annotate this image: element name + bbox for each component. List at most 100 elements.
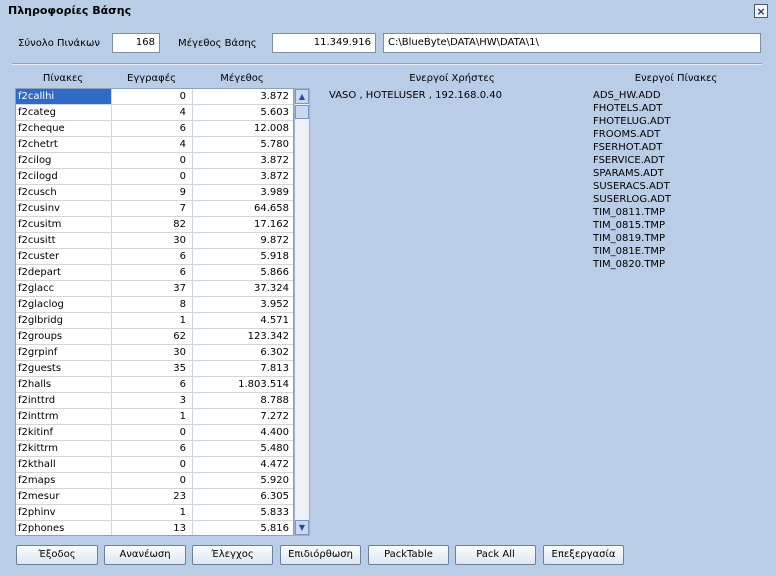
table-row[interactable]: f2kitinf 0 4.400 [16, 425, 293, 441]
records-cell: 7 [112, 201, 193, 216]
scroll-down-button[interactable]: ▼ [295, 520, 309, 535]
table-row[interactable]: f2categ 4 5.603 [16, 105, 293, 121]
table-name-cell: f2categ [16, 105, 112, 120]
col-header-size[interactable]: Μέγεθος [192, 73, 292, 84]
active-table-item: SUSERLOG.ADT [593, 194, 671, 205]
repair-button[interactable]: Επιδιόρθωση [280, 545, 361, 565]
tables-count-label: Σύνολο Πινάκων [18, 38, 100, 49]
table-row[interactable]: f2callhi 0 3.872 [16, 89, 293, 105]
records-cell: 6 [112, 377, 193, 392]
table-row[interactable]: f2guests 35 7.813 [16, 361, 293, 377]
active-table-item: TIM_0815.TMP [593, 220, 666, 231]
records-cell: 8 [112, 297, 193, 312]
table-name-cell: f2mesur [16, 489, 112, 504]
active-user-item: VASO , HOTELUSER , 192.168.0.40 [329, 90, 502, 101]
table-row[interactable]: f2groups 62 123.342 [16, 329, 293, 345]
table-name-cell: f2grpinf [16, 345, 112, 360]
size-cell: 6.302 [260, 347, 289, 358]
size-cell: 4.571 [260, 315, 289, 326]
scroll-up-button[interactable]: ▲ [295, 89, 309, 104]
table-row[interactable]: f2inttrd 3 8.788 [16, 393, 293, 409]
size-cell: 8.788 [260, 395, 289, 406]
records-cell: 30 [112, 345, 193, 360]
refresh-button[interactable]: Ανανέωση [104, 545, 186, 565]
size-cell: 5.816 [260, 523, 289, 534]
chevron-down-icon: ▼ [298, 523, 306, 532]
table-name-cell: f2cusch [16, 185, 112, 200]
table-row[interactable]: f2cilog 0 3.872 [16, 153, 293, 169]
table-row[interactable]: f2depart 6 5.866 [16, 265, 293, 281]
active-table-item: FHOTELS.ADT [593, 103, 663, 114]
table-name-cell: f2inttrm [16, 409, 112, 424]
size-cell: 5.833 [260, 507, 289, 518]
table-row[interactable]: f2glaclog 8 3.952 [16, 297, 293, 313]
table-name-cell: f2kthall [16, 457, 112, 472]
title-bar: Πληροφορίες Βάσης × [0, 0, 776, 22]
size-cell: 7.813 [260, 363, 289, 374]
size-cell: 3.872 [260, 171, 289, 182]
table-row[interactable]: f2glacc 37 37.324 [16, 281, 293, 297]
tables-count-field[interactable]: 168 [112, 33, 160, 53]
table-name-cell: f2cilogd [16, 169, 112, 184]
table-row[interactable]: f2glbridg 1 4.571 [16, 313, 293, 329]
table-row[interactable]: f2cilogd 0 3.872 [16, 169, 293, 185]
window-title: Πληροφορίες Βάσης [8, 4, 132, 17]
active-table-item: FSERVICE.ADT [593, 155, 665, 166]
db-size-label: Μέγεθος Βάσης [178, 38, 257, 49]
table-row[interactable]: f2cusch 9 3.989 [16, 185, 293, 201]
table-row[interactable]: f2chetrt 4 5.780 [16, 137, 293, 153]
col-header-records[interactable]: Εγγραφές [111, 73, 192, 84]
active-table-item: FROOMS.ADT [593, 129, 661, 140]
table-row[interactable]: f2mesur 23 6.305 [16, 489, 293, 505]
grid-scrollbar[interactable]: ▲ ▼ [294, 88, 310, 536]
table-name-cell: f2cusitt [16, 233, 112, 248]
table-name-cell: f2kitinf [16, 425, 112, 440]
records-cell: 1 [112, 409, 193, 424]
table-row[interactable]: f2kthall 0 4.472 [16, 457, 293, 473]
close-button[interactable]: × [754, 4, 768, 18]
table-row[interactable]: f2inttrm 1 7.272 [16, 409, 293, 425]
table-name-cell: f2glbridg [16, 313, 112, 328]
size-cell: 3.872 [193, 89, 293, 104]
records-cell: 1 [112, 505, 193, 520]
tables-grid[interactable]: f2callhi 0 3.872 f2categ 4 5.603 f2cheque 6 12.0… [15, 88, 294, 536]
size-cell: 37.324 [254, 283, 289, 294]
table-row[interactable]: f2cusinv 7 64.658 [16, 201, 293, 217]
exit-button[interactable]: Έξοδος [16, 545, 98, 565]
records-cell: 4 [112, 137, 193, 152]
active-table-item: FSERHOT.ADT [593, 142, 663, 153]
size-cell: 4.472 [260, 459, 289, 470]
size-cell: 3.989 [260, 187, 289, 198]
check-button[interactable]: Έλεγχος [192, 545, 273, 565]
table-row[interactable]: f2cheque 6 12.008 [16, 121, 293, 137]
col-header-tables[interactable]: Πίνακες [15, 73, 111, 84]
table-name-cell: f2custer [16, 249, 112, 264]
scroll-thumb[interactable] [295, 105, 309, 119]
table-name-cell: f2callhi [16, 89, 112, 104]
table-name-cell: f2maps [16, 473, 112, 488]
size-cell: 123.342 [247, 331, 289, 342]
process-button[interactable]: Επεξεργασία [543, 545, 624, 565]
active-users-header: Ενεργοί Χρήστες [409, 73, 495, 84]
records-cell: 6 [112, 121, 193, 136]
table-row[interactable]: f2phinv 1 5.833 [16, 505, 293, 521]
table-row[interactable]: f2maps 0 5.920 [16, 473, 293, 489]
db-size-field[interactable]: 11.349.916 [272, 33, 376, 53]
active-table-item: ADS_HW.ADD [593, 90, 661, 101]
table-row[interactable]: f2halls 6 1.803.514 [16, 377, 293, 393]
active-table-item: TIM_0820.TMP [593, 259, 666, 270]
table-row[interactable]: f2kittrm 6 5.480 [16, 441, 293, 457]
table-row[interactable]: f2cusitt 30 9.872 [16, 233, 293, 249]
pack-table-button[interactable]: PackTable [368, 545, 449, 565]
table-row[interactable]: f2custer 6 5.918 [16, 249, 293, 265]
records-cell: 9 [112, 185, 193, 200]
close-icon: × [756, 4, 766, 18]
pack-all-button[interactable]: Pack All [455, 545, 536, 565]
table-row[interactable]: f2grpinf 30 6.302 [16, 345, 293, 361]
db-path-field[interactable]: C:\BlueByte\DATA\HW\DATA\1\ [383, 33, 761, 53]
table-row[interactable]: f2cusitm 82 17.162 [16, 217, 293, 233]
table-row[interactable]: f2phones 13 5.816 [16, 521, 293, 535]
size-cell: 3.872 [260, 155, 289, 166]
active-table-item: SPARAMS.ADT [593, 168, 664, 179]
active-tables-header: Ενεργοί Πίνακες [634, 73, 718, 84]
